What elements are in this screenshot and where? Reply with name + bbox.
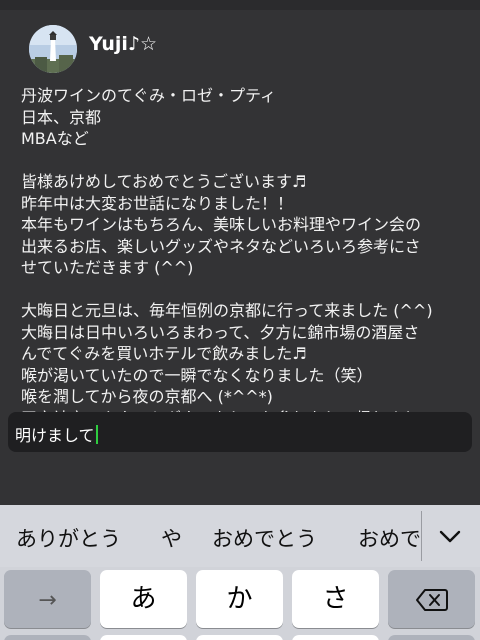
key-label: さ	[322, 584, 349, 614]
key-row-partial	[292, 635, 379, 640]
post-line: 出来るお店、楽しいグッズやネタなどいろいろ参考にさ	[21, 236, 421, 256]
post-line: 喉を潤してから夜の京都へ (*^^*)	[21, 387, 273, 406]
key-label: か	[226, 584, 253, 614]
avatar[interactable]	[29, 25, 77, 73]
lighthouse-photo	[29, 25, 77, 73]
post-line: 本年もワインはもちろん、美味しいお料理やワイン会の	[21, 215, 422, 234]
post-view[interactable]: Yuji♪☆ 丹波ワインのてぐみ・ロゼ・プティ 日本、京都 MBAなど皆様あけめして…	[0, 10, 480, 412]
comment-input-text: 明けまして	[15, 426, 95, 445]
post-line: 皆様あけめしておめでとうございます♬	[21, 172, 307, 191]
delete-key[interactable]	[388, 570, 475, 628]
arrow-key[interactable]: →	[4, 570, 91, 628]
post-line: んでてぐみを買いホテルで飲みました♬	[21, 344, 307, 363]
suggestion-bar: ありがとう や おめでとう おめで	[0, 505, 480, 567]
key-row-partial	[196, 635, 283, 640]
post-line: 大晦日は日中いろいろまわって、夕方に錦市場の酒屋さ	[21, 322, 420, 342]
key-a[interactable]: あ	[100, 570, 187, 628]
chevron-down-icon[interactable]	[434, 523, 466, 549]
post-line: 昨年中は大変お世話になりました！！	[21, 193, 294, 213]
comment-input-value: 明けまして	[15, 422, 98, 446]
post-line: 大晦日と元旦は、毎年恒例の京都に行って来ました (^^)	[21, 301, 433, 320]
post-line: 日本、京都	[21, 107, 102, 127]
post-body: 丹波ワインのてぐみ・ロゼ・プティ 日本、京都 MBAなど皆様あけめしておめでとうござ…	[21, 85, 471, 412]
key-label: あ	[130, 584, 157, 614]
post-line: 丹波ワインのてぐみ・ロゼ・プティ	[21, 86, 277, 105]
key-ka[interactable]: か	[196, 570, 283, 628]
delete-backspace-icon	[415, 588, 448, 611]
divider	[421, 511, 422, 561]
suggestion-item[interactable]: や	[161, 523, 182, 553]
text-caret	[95, 425, 98, 444]
suggestion-item[interactable]: おめで	[358, 523, 421, 553]
arrow-key-label: →	[38, 588, 57, 613]
keyboard[interactable]: ありがとう や おめでとう おめで → あ か さ	[0, 505, 480, 640]
spacer	[0, 452, 480, 505]
key-sa[interactable]: さ	[292, 570, 379, 628]
screen: Yuji♪☆ 丹波ワインのてぐみ・ロゼ・プティ 日本、京都 MBAなど皆様あけめして…	[0, 0, 480, 640]
post-line: 喉が渇いていたので一瞬でなくなりました（笑）	[21, 365, 373, 385]
post-line: MBAなど	[21, 129, 89, 148]
post-line: せていただきます (^^)	[21, 258, 194, 277]
suggestion-item[interactable]: ありがとう	[16, 523, 121, 553]
key-row-partial	[100, 635, 187, 640]
comment-input[interactable]: 明けまして	[8, 412, 472, 452]
author-name[interactable]: Yuji♪☆	[89, 33, 157, 55]
suggestion-item[interactable]: おめでとう	[212, 523, 317, 553]
key-row-partial	[388, 635, 475, 640]
key-row-partial	[4, 635, 91, 640]
